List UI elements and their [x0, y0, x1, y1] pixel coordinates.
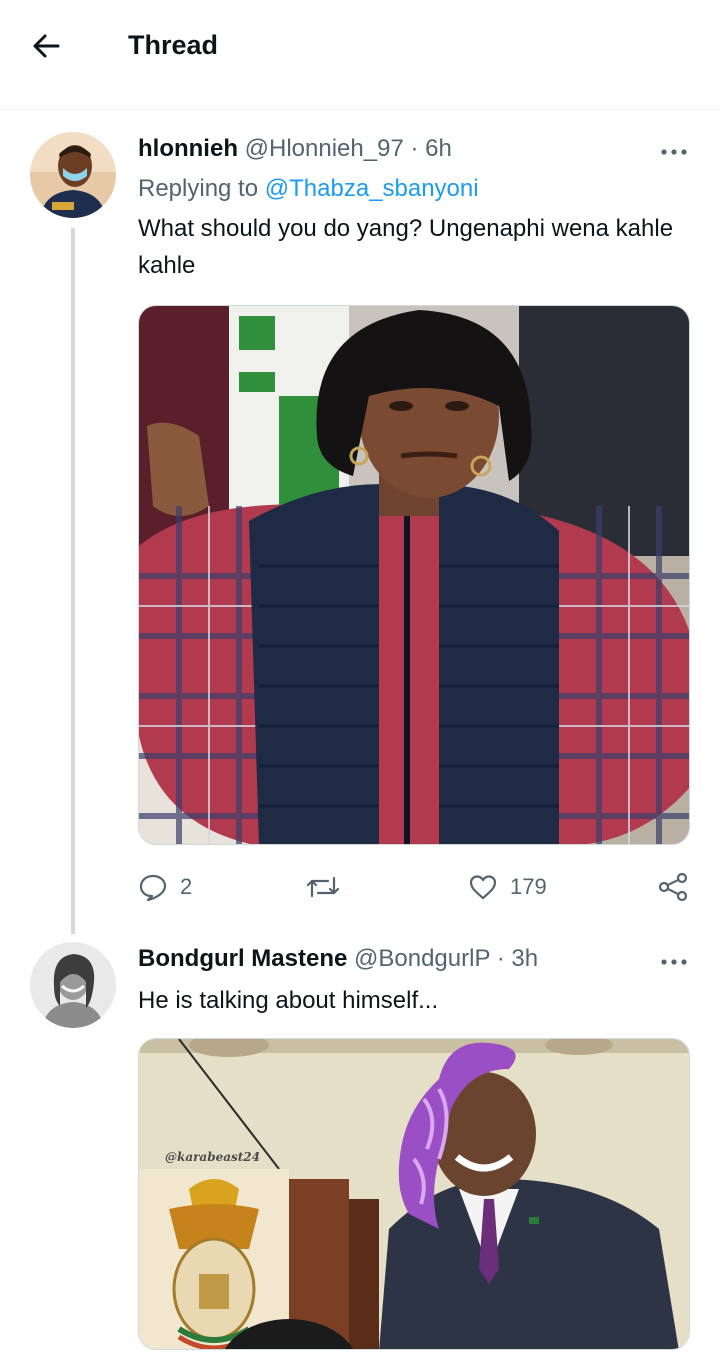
- avatar[interactable]: [30, 132, 116, 218]
- timestamp[interactable]: · 3h: [497, 945, 538, 972]
- arrow-left-icon: [33, 34, 60, 58]
- tweet-2[interactable]: Bondgurl Mastene @BondgurlP · 3h He is t…: [0, 930, 720, 1368]
- speech-bubble-icon: [139, 874, 167, 902]
- display-name[interactable]: Bondgurl Mastene: [138, 945, 347, 972]
- share-nodes-icon: [658, 872, 688, 902]
- more-horizontal-icon: [661, 149, 687, 155]
- tweet-actions: 2 179: [138, 867, 690, 907]
- mention-link[interactable]: @Thabza_sbanyoni: [265, 175, 479, 202]
- tweet-header: hlonnieh @Hlonnieh_97 · 6h: [138, 134, 452, 164]
- tweet-image[interactable]: [138, 305, 690, 845]
- thread-connector: [71, 228, 75, 934]
- tweet-header: Bondgurl Mastene @BondgurlP · 3h: [138, 944, 538, 974]
- reply-count: 2: [180, 874, 193, 899]
- more-options-button[interactable]: [658, 138, 690, 166]
- timestamp[interactable]: · 6h: [410, 135, 451, 162]
- like-count: 179: [510, 874, 547, 899]
- tweet-1[interactable]: hlonnieh @Hlonnieh_97 · 6h Replying to @…: [0, 110, 720, 934]
- reply-button[interactable]: 2: [138, 867, 192, 907]
- share-button[interactable]: [658, 867, 690, 907]
- back-button[interactable]: [28, 28, 64, 64]
- like-button[interactable]: 179: [468, 867, 547, 907]
- replying-to: Replying to @Thabza_sbanyoni: [138, 174, 479, 204]
- retweet-icon: [306, 876, 340, 898]
- replying-prefix: Replying to: [138, 175, 259, 202]
- watermark: @karabeast24: [165, 1150, 260, 1164]
- page-title: Thread: [128, 30, 219, 60]
- tweet-text: He is talking about himself...: [138, 987, 439, 1014]
- display-name[interactable]: hlonnieh: [138, 135, 238, 162]
- top-bar: Thread: [0, 0, 720, 110]
- avatar[interactable]: [30, 942, 116, 1028]
- heart-icon: [469, 875, 497, 900]
- more-options-button[interactable]: [658, 948, 690, 976]
- retweet-button[interactable]: [306, 867, 352, 907]
- more-horizontal-icon: [661, 959, 687, 965]
- tweet-text: What should you do yang? Ungenaphi wena …: [138, 215, 674, 279]
- handle[interactable]: @Hlonnieh_97: [245, 135, 404, 162]
- handle[interactable]: @BondgurlP: [354, 945, 490, 972]
- tweet-image[interactable]: @karabeast24: [138, 1038, 690, 1350]
